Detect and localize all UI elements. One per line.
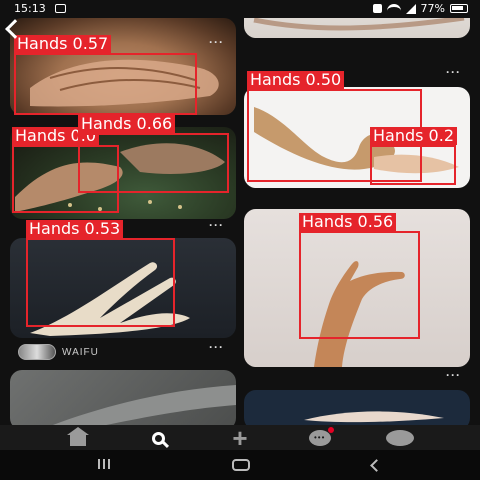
recents-icon[interactable]: [98, 459, 110, 469]
detection-label: Hands 0.66: [78, 115, 176, 133]
image-notification-icon: [55, 4, 66, 13]
detection-label: Hands 0.50: [247, 71, 345, 89]
status-time: 15:13: [14, 2, 46, 15]
nav-search[interactable]: [143, 429, 173, 447]
status-bar: 15:13 77%: [0, 0, 480, 18]
nav-messages[interactable]: •••: [305, 427, 335, 447]
wifi-icon: [386, 4, 401, 13]
pin-menu-6[interactable]: ···: [446, 368, 461, 382]
bottom-nav: + •••: [0, 423, 480, 453]
system-nav-bar: [0, 450, 480, 480]
hands-photo: [314, 261, 405, 367]
hands-photo: [30, 262, 190, 336]
detection-label: Hands 0.57: [14, 35, 112, 53]
system-home-icon[interactable]: [232, 459, 250, 471]
hands-photo: [52, 385, 236, 425]
profile-icon: [386, 430, 414, 446]
hands-photo: [30, 59, 219, 107]
nav-create[interactable]: +: [225, 423, 255, 453]
pin-image-8[interactable]: [244, 390, 470, 425]
pin-image-1[interactable]: [10, 18, 236, 115]
home-icon: [67, 427, 89, 446]
pin-author[interactable]: WAIFU: [18, 344, 99, 360]
nav-home[interactable]: [63, 427, 93, 447]
signal-icon: [405, 3, 416, 14]
pin-feed: ··· ··· ··· WAIFU ··· ··· Hands 0.57 Han…: [0, 0, 480, 425]
pin-menu-2[interactable]: ···: [446, 65, 461, 79]
battery-percent: 77%: [420, 2, 445, 15]
detection-label: Hands 0.2: [370, 127, 457, 145]
status-indicators: 77%: [372, 2, 468, 15]
pin-image-5[interactable]: [10, 238, 236, 338]
battery-icon: [450, 4, 468, 13]
avatar[interactable]: [18, 344, 56, 360]
pin-menu-1[interactable]: ···: [209, 35, 224, 49]
pin-image-6[interactable]: [244, 209, 470, 367]
pin-image-7[interactable]: [10, 370, 236, 425]
search-icon: [151, 431, 165, 445]
system-back-icon[interactable]: [370, 459, 383, 472]
notification-dot: [328, 427, 334, 433]
chat-icon: •••: [309, 427, 334, 446]
screenshot-icon: [372, 4, 382, 13]
pin-menu-5[interactable]: ···: [209, 340, 224, 354]
plus-icon: +: [232, 423, 248, 453]
chat-dots: •••: [314, 433, 326, 442]
author-name[interactable]: WAIFU: [62, 347, 99, 358]
pin-menu-3[interactable]: ···: [209, 218, 224, 232]
detection-label: Hands 0.56: [299, 213, 397, 231]
hands-photo: [304, 411, 444, 423]
detection-label: Hands 0.53: [26, 220, 124, 238]
nav-profile[interactable]: [385, 429, 415, 447]
